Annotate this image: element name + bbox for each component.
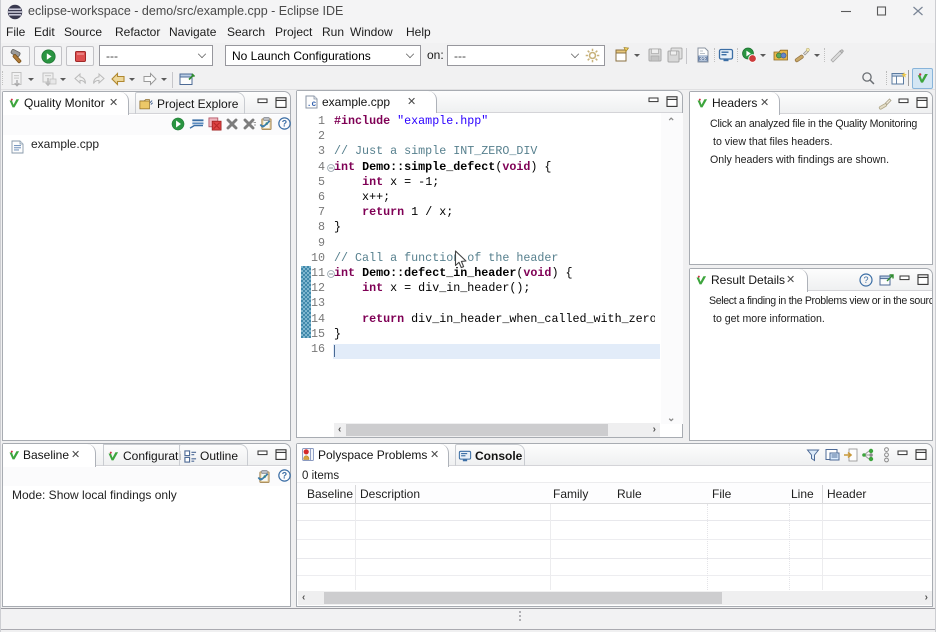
svg-text:?: ? (282, 119, 287, 129)
svg-text:?: ? (863, 275, 868, 285)
svg-text:?: ? (282, 471, 287, 481)
svg-text:.c: .c (307, 100, 317, 109)
svg-text:010: 010 (699, 56, 707, 62)
